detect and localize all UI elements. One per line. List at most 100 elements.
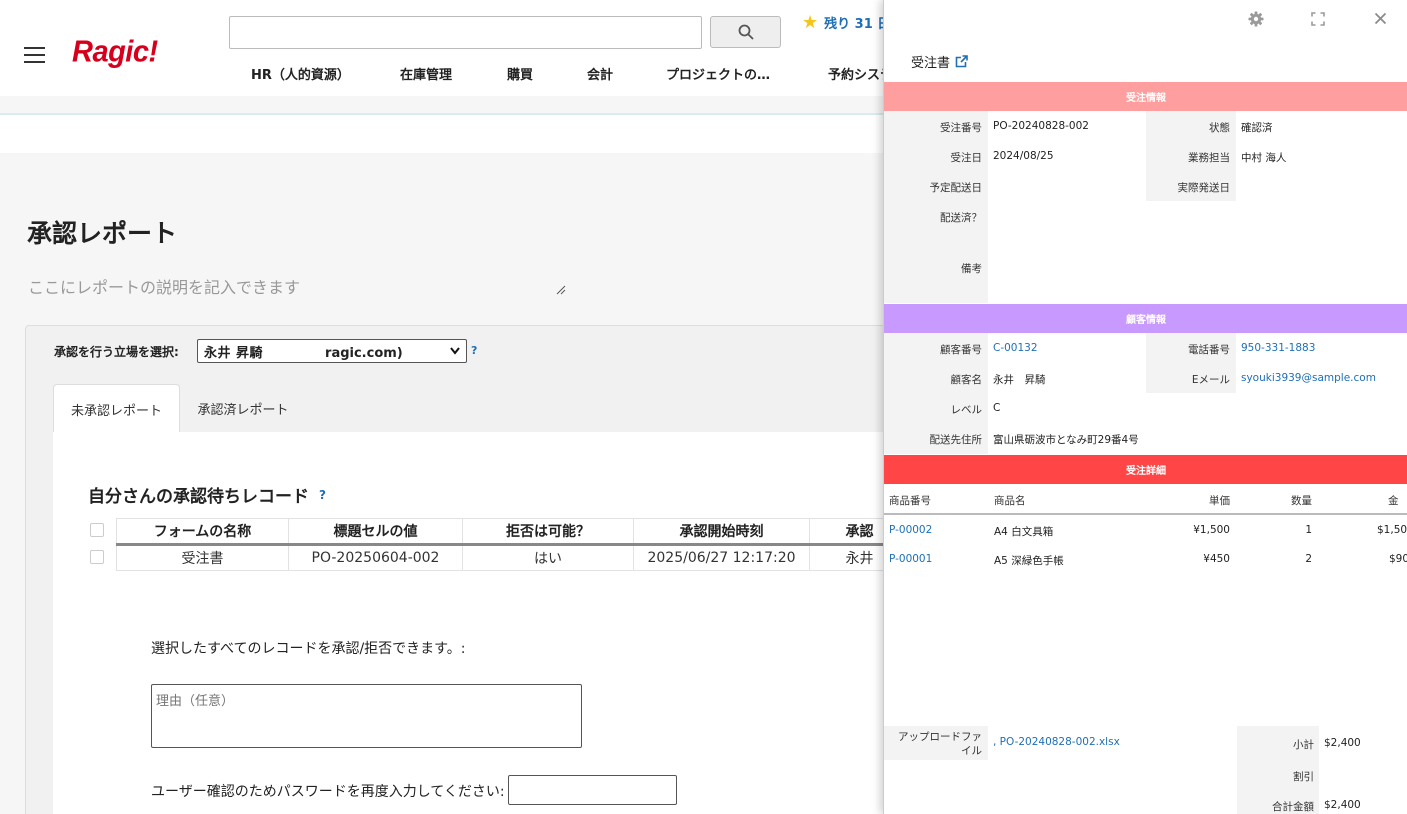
staff-value[interactable]: 中村 海人 <box>1241 150 1286 165</box>
trial-remaining[interactable]: ★ 残り 31 日 <box>802 12 890 33</box>
customer-name-value[interactable]: 永井 昇騎 <box>993 372 1046 387</box>
star-icon: ★ <box>802 12 819 33</box>
details-col-product-name[interactable]: 商品名 <box>994 493 1026 508</box>
cell-start-time: 2025/06/27 12:17:20 <box>633 544 810 571</box>
address-value[interactable]: 富山県砺波市となみ町29番4号 <box>993 432 1139 447</box>
customer-no-label: 顧客番号 <box>940 344 982 356</box>
total-label: 合計金額 <box>1272 801 1314 813</box>
details-header-row <box>884 484 1407 515</box>
chevron-down-icon <box>450 347 460 355</box>
upload-file-label-line-1: アップロードファ <box>898 731 982 743</box>
email-link[interactable]: syouki3939@sample.com <box>1241 372 1376 384</box>
nav-item-inventory[interactable]: 在庫管理 <box>400 64 452 83</box>
order-no-value[interactable]: PO-20240828-002 <box>993 120 1089 132</box>
role-select-name: 永井 昇騎 <box>204 345 264 361</box>
subtotal-value[interactable]: $2,400 <box>1324 737 1361 749</box>
search-button[interactable] <box>710 16 781 48</box>
external-link-icon[interactable] <box>955 55 968 68</box>
staff-label: 業務担当 <box>1188 152 1230 164</box>
detail-row-1-quantity: 1 <box>1305 524 1312 536</box>
bulk-action-label: 選択したすべてのレコードを承認/拒否できます。: <box>151 641 466 657</box>
menu-icon[interactable] <box>24 47 45 63</box>
gear-icon[interactable] <box>1248 11 1264 27</box>
actual-shipping-label: 実際発送日 <box>1177 182 1231 194</box>
role-select-domain: ragic.com) <box>325 345 403 361</box>
ragic-logo[interactable]: Ragic! <box>72 35 158 70</box>
detail-row-1-amount: $1,50 <box>1377 524 1407 536</box>
order-details-header: 受注詳細 <box>884 455 1407 484</box>
planned-delivery-label: 予定配送日 <box>929 182 983 194</box>
upload-file-label-line-2: イル <box>961 745 982 757</box>
details-col-unit-price[interactable]: 単価 <box>1184 493 1230 508</box>
details-col-amount[interactable]: 金 <box>1388 493 1399 508</box>
panel-title[interactable]: 受注書 <box>911 52 968 71</box>
detail-row-1-product-no[interactable]: P-00002 <box>889 524 932 536</box>
table-header-row: フォームの名称 標題セルの値 拒否は可能？ 承認開始時刻 承認 <box>116 518 910 546</box>
status-value[interactable]: 確認済 <box>1241 120 1273 135</box>
details-col-quantity[interactable]: 数量 <box>1274 493 1312 508</box>
detail-row-2-product-name: A5 深緑色手帳 <box>994 555 1064 567</box>
record-side-panel: 受注書 受注情報 受注番号 PO-20240828-002 状態 確認済 受注日… <box>883 0 1407 814</box>
col-form-name[interactable]: フォームの名称 <box>116 518 289 546</box>
resize-handle-icon[interactable] <box>556 285 566 295</box>
nav-item-accounting[interactable]: 会計 <box>587 64 613 83</box>
customer-name-label: 顧客名 <box>950 374 983 386</box>
panel-title-text: 受注書 <box>911 56 951 71</box>
tab-approved[interactable]: 承認済レポート <box>180 384 306 433</box>
role-help-icon[interactable]: ? <box>471 344 477 357</box>
total-value[interactable]: $2,400 <box>1324 799 1361 811</box>
section-title: 自分さんの承認待ちレコード ? <box>88 482 326 507</box>
detail-row-2-amount: $90 <box>1389 553 1407 565</box>
close-icon[interactable] <box>1374 12 1387 25</box>
detail-row-2-quantity: 2 <box>1305 553 1312 565</box>
select-all-checkbox[interactable] <box>90 523 104 537</box>
nav-item-purchase[interactable]: 購買 <box>507 64 533 83</box>
order-no-label: 受注番号 <box>940 122 982 134</box>
fullscreen-icon[interactable] <box>1311 12 1325 26</box>
cell-title-value[interactable]: PO-20250604-002 <box>288 544 463 571</box>
upload-file-link[interactable]: , PO-20240828-002.xlsx <box>993 736 1120 748</box>
order-date-label: 受注日 <box>950 152 983 164</box>
tab-pending[interactable]: 未承認レポート <box>53 384 180 433</box>
trial-remaining-text: 残り 31 日 <box>824 17 891 32</box>
discount-label: 割引 <box>1293 771 1314 783</box>
reason-textarea[interactable] <box>151 684 582 748</box>
report-description[interactable]: ここにレポートの説明を記入できます <box>28 274 300 298</box>
col-start-time[interactable]: 承認開始時刻 <box>633 518 810 546</box>
cell-rejectable: はい <box>462 544 634 571</box>
col-title-value[interactable]: 標題セルの値 <box>288 518 463 546</box>
details-col-product-no[interactable]: 商品番号 <box>889 493 931 508</box>
role-select[interactable]: 永井 昇騎 ragic.com) <box>197 339 467 363</box>
nav-item-project[interactable]: プロジェクトの… <box>666 64 770 83</box>
phone-link[interactable]: 950-331-1883 <box>1241 342 1315 354</box>
address-label: 配送先住所 <box>929 434 983 446</box>
table-row[interactable]: 受注書 PO-20250604-002 はい 2025/06/27 12:17:… <box>116 544 910 571</box>
detail-row-2-product-no[interactable]: P-00001 <box>889 553 932 565</box>
section-help-icon[interactable]: ? <box>319 488 326 502</box>
customer-info-header: 顧客情報 <box>884 304 1407 333</box>
upload-file-label: アップロードファ イル <box>884 730 982 758</box>
search-input[interactable] <box>229 16 702 49</box>
section-title-text: 自分さんの承認待ちレコード <box>88 487 309 507</box>
detail-row-2-unit-price: ¥450 <box>1203 553 1230 565</box>
note-label: 備考 <box>961 263 982 275</box>
password-label: ユーザー確認のためパスワードを再度入力してください: <box>151 784 505 800</box>
customer-no-link[interactable]: C-00132 <box>993 342 1038 354</box>
phone-label: 電話番号 <box>1188 344 1230 356</box>
pending-table: フォームの名称 標題セルの値 拒否は可能？ 承認開始時刻 承認 受注書 PO-2… <box>116 518 910 571</box>
cell-form-name[interactable]: 受注書 <box>116 544 289 571</box>
order-info-header: 受注情報 <box>884 82 1407 111</box>
role-label: 承認を行う立場を選択: <box>54 345 179 359</box>
search-icon <box>738 24 754 40</box>
detail-row-1-product-name: A4 白文具箱 <box>994 526 1054 538</box>
row-checkbox[interactable] <box>90 550 104 564</box>
delivered-label: 配送済？ <box>940 212 982 224</box>
detail-row-1-unit-price: ¥1,500 <box>1193 524 1230 536</box>
page-title: 承認レポート <box>27 219 178 248</box>
password-input[interactable] <box>508 775 677 805</box>
nav-item-hr[interactable]: HR（人的資源） <box>251 64 350 83</box>
level-value[interactable]: C <box>993 402 1000 414</box>
email-label: Eメール <box>1191 374 1230 386</box>
order-date-value[interactable]: 2024/08/25 <box>993 150 1054 162</box>
col-rejectable[interactable]: 拒否は可能？ <box>462 518 634 546</box>
